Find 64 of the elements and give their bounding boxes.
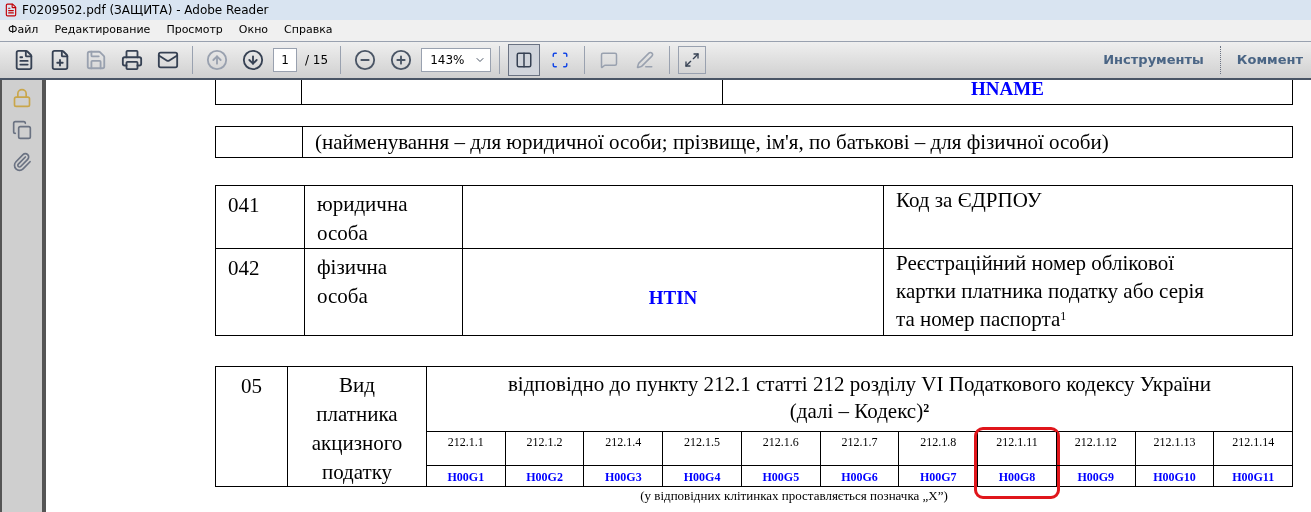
row-type: Вид платника акцизного податку	[310, 372, 404, 486]
pages-icon[interactable]	[12, 120, 32, 140]
arrow-up-icon	[206, 49, 228, 71]
point-number: 212.1.7	[841, 434, 878, 451]
field-code: H00G3	[605, 468, 642, 486]
field-code: H00G1	[447, 468, 485, 486]
field-code: H00G6	[841, 468, 878, 486]
document-icon	[13, 49, 35, 71]
pdf-file-icon	[4, 3, 18, 17]
point-number: 212.1.2	[526, 434, 563, 451]
row-type: фізична особа	[317, 254, 389, 310]
point-number: 212.1.5	[684, 434, 721, 451]
point-number: 212.1.12	[1074, 434, 1117, 451]
comment-tab[interactable]: Коммент	[1224, 50, 1303, 70]
row-label: Реєстраційний номер облікової картки платника податку або серія та номер паспорта$^{1}$	[896, 250, 1205, 333]
window-title: F0209502.pdf (ЗАЩИТА) - Adobe Reader	[22, 2, 269, 19]
row-label: Код за ЄДРПОУ	[896, 187, 1043, 214]
tools-tab[interactable]: Инструменты	[1091, 50, 1216, 70]
menu-item[interactable]: Просмотр	[166, 22, 223, 39]
header-text: відповідно до пункту 212.1 статті 212 розділу VI Податкового кодексу України (далі – Кодекс)$^{2}$	[506, 371, 1213, 425]
field-code: H00G4	[683, 468, 721, 486]
row-code: 05	[241, 373, 262, 400]
zoom-dropdown[interactable]: 143%	[421, 48, 492, 72]
page-icon	[515, 51, 534, 69]
point-number: 212.1.13	[1153, 434, 1196, 451]
field-code: HTIN	[648, 285, 698, 310]
fullscreen-button[interactable]	[678, 46, 707, 74]
print-icon	[121, 49, 143, 71]
menu-item[interactable]: Редактирование	[54, 22, 151, 39]
point-number: 212.1.11	[996, 434, 1038, 451]
mail-icon	[157, 49, 179, 71]
field-code: H00G10	[1153, 468, 1196, 486]
field-code: H00G9	[1077, 468, 1115, 486]
menu-item[interactable]: Справка	[284, 22, 333, 39]
field-code: HNAME	[971, 80, 1044, 98]
field-code: H00G5	[762, 468, 800, 486]
speech-bubble-icon	[600, 51, 619, 69]
page-total: / 15	[304, 52, 330, 69]
row-code: 042	[228, 256, 260, 280]
field-code: H00G2	[526, 468, 563, 486]
point-number: 212.1.8	[920, 434, 957, 451]
page-number-field[interactable]: 1	[273, 48, 297, 72]
point-number: 212.1.14	[1232, 434, 1275, 451]
pen-icon	[636, 51, 655, 69]
minus-icon	[354, 49, 377, 71]
field-code: H00G7	[919, 468, 957, 486]
expand-icon	[684, 52, 701, 68]
menu-item[interactable]: Окно	[238, 22, 269, 39]
point-number: 212.1.4	[605, 434, 642, 451]
point-number: 212.1.6	[762, 434, 799, 451]
paperclip-icon[interactable]	[12, 152, 32, 172]
field-code: H00G8	[998, 468, 1036, 486]
fit-page-button[interactable]	[508, 44, 541, 76]
field-code: H00G11	[1232, 468, 1275, 486]
document-plus-icon	[49, 49, 71, 71]
scan-icon	[551, 51, 570, 69]
row-code: 041	[228, 193, 260, 217]
menu-item[interactable]: Файл	[8, 22, 39, 39]
note-text: (у відповідних клітинках проставляється позначка „X”)	[640, 487, 948, 505]
plus-icon	[390, 49, 413, 71]
arrow-down-icon	[242, 49, 264, 71]
save-icon	[85, 49, 107, 71]
point-number: 212.1.1	[447, 434, 484, 451]
caption-text: (найменування – для юридичної особи; прізвище, ім'я, по батькові – для фізичної особи)	[314, 129, 1110, 156]
